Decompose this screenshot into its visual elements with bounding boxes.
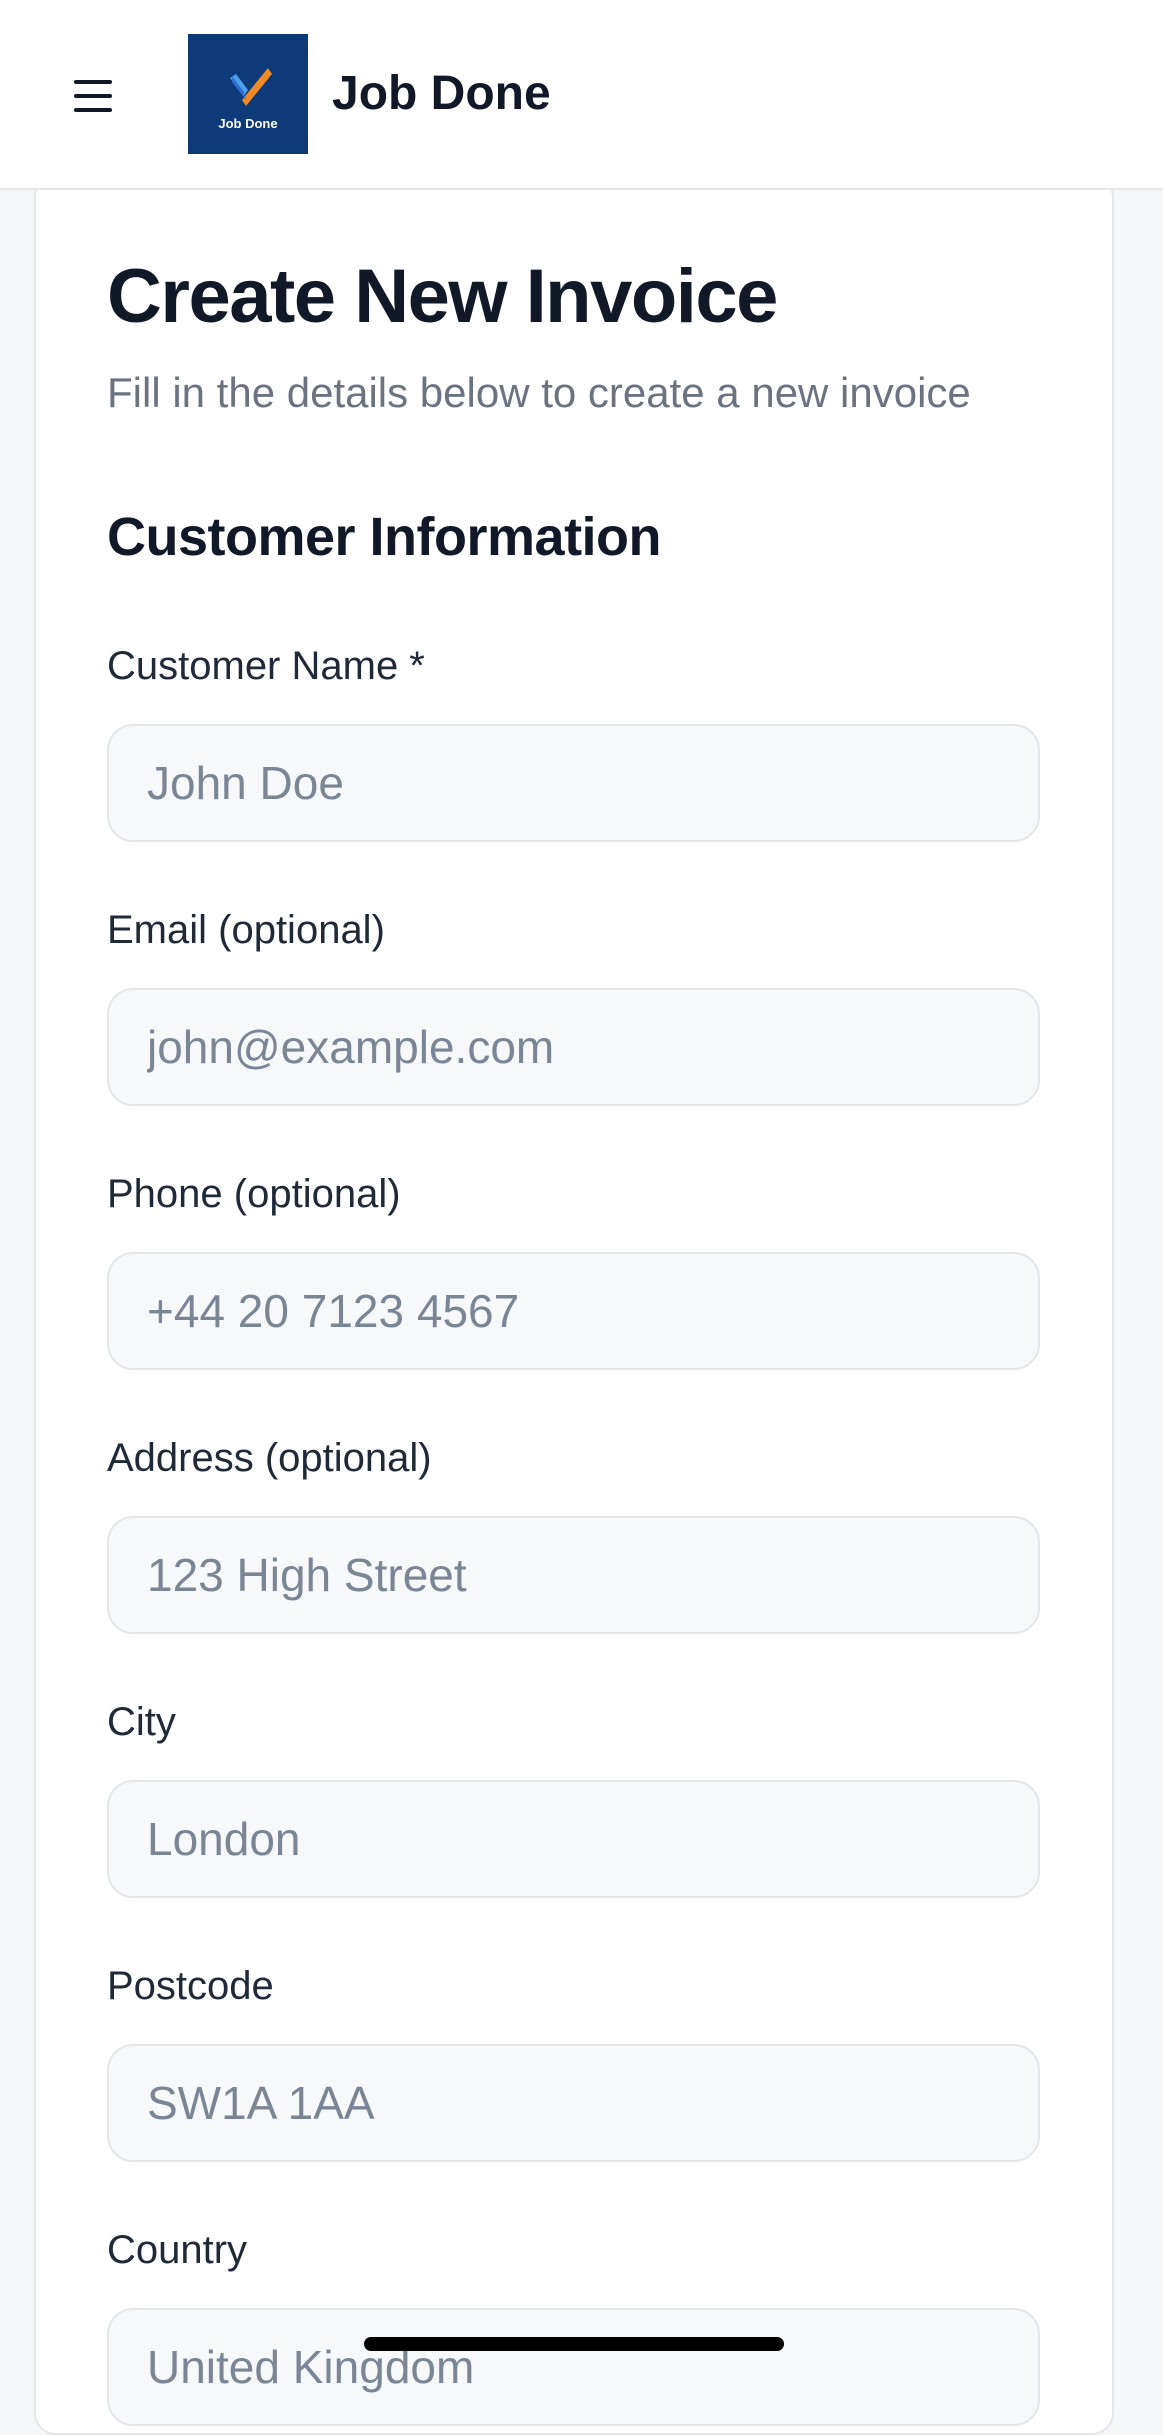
country-label: Country: [107, 2228, 248, 2272]
postcode-input[interactable]: [107, 2044, 1040, 2162]
address-label: Address (optional): [107, 1436, 432, 1480]
hamburger-menu-icon: [74, 80, 112, 112]
address-input[interactable]: [107, 1516, 1040, 1634]
phone-label: Phone (optional): [107, 1172, 401, 1216]
page-title: Create New Invoice: [107, 254, 778, 339]
home-indicator: [364, 2337, 784, 2351]
email-label: Email (optional): [107, 908, 385, 952]
brand-logo[interactable]: Job Done: [188, 34, 308, 154]
menu-button[interactable]: [58, 64, 128, 126]
email-input[interactable]: [107, 988, 1040, 1106]
logo-caption: Job Done: [218, 116, 278, 131]
customer-name-label: Customer Name *: [107, 644, 425, 688]
section-title-customer-information: Customer Information: [107, 507, 662, 567]
postcode-label: Postcode: [107, 1964, 274, 2008]
customer-name-input[interactable]: [107, 724, 1040, 842]
app-header: Job Done Job Done: [0, 0, 1163, 190]
city-input[interactable]: [107, 1780, 1040, 1898]
country-input[interactable]: [107, 2308, 1040, 2426]
page-subtitle: Fill in the details below to create a ne…: [107, 369, 971, 416]
city-label: City: [107, 1700, 176, 1744]
checkmark-logo-icon: [230, 68, 272, 106]
brand-name: Job Done: [332, 67, 551, 120]
phone-input[interactable]: [107, 1252, 1040, 1370]
